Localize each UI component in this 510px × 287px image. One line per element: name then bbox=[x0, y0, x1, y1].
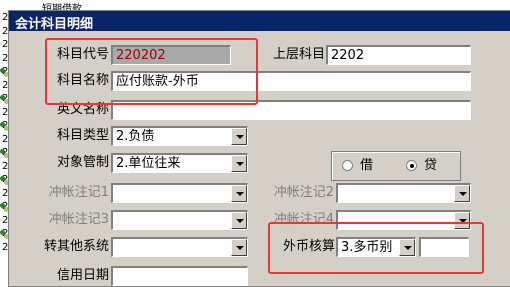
credit-date-field[interactable] bbox=[111, 266, 248, 286]
chevron-down-icon[interactable] bbox=[231, 239, 247, 256]
credit-date-label: 信用日期 bbox=[56, 268, 109, 283]
radio-credit-dot bbox=[406, 160, 417, 171]
radio-debit[interactable]: 借 bbox=[342, 158, 382, 174]
object-control-value: 2.单位往来 bbox=[116, 156, 181, 171]
chevron-down-icon[interactable] bbox=[231, 155, 247, 172]
chevron-down-icon[interactable] bbox=[231, 128, 247, 145]
radio-debit-dot bbox=[342, 160, 353, 171]
direction-group: 借 贷 bbox=[331, 151, 461, 181]
parent-label: 上层科目 bbox=[272, 47, 325, 62]
radio-credit[interactable]: 贷 bbox=[406, 158, 446, 174]
transfer-label: 转其他系统 bbox=[43, 239, 109, 254]
chevron-down-icon[interactable] bbox=[454, 185, 470, 202]
memo2-label: 冲帐注记2 bbox=[273, 185, 334, 200]
parent-field[interactable]: 2202 bbox=[326, 45, 471, 65]
transfer-select[interactable] bbox=[111, 237, 248, 257]
radio-debit-label: 借 bbox=[360, 158, 374, 173]
memo1-select[interactable] bbox=[111, 183, 248, 203]
memo3-select[interactable] bbox=[111, 210, 248, 230]
chevron-down-icon[interactable] bbox=[231, 212, 247, 229]
memo3-label: 冲帐注记3 bbox=[48, 212, 109, 227]
memo2-select[interactable] bbox=[336, 183, 471, 203]
type-label: 科目类型 bbox=[56, 128, 109, 143]
dialog-titlebar: 会计科目明细 bbox=[9, 11, 510, 32]
type-select[interactable]: 2.负债 bbox=[111, 126, 248, 146]
radio-credit-label: 贷 bbox=[424, 158, 438, 173]
highlight-box-code-name bbox=[45, 38, 258, 105]
object-control-select[interactable]: 2.单位往来 bbox=[111, 153, 248, 173]
object-control-label: 对象管制 bbox=[56, 155, 109, 170]
memo1-label: 冲帐注记1 bbox=[48, 185, 109, 200]
chevron-down-icon[interactable] bbox=[231, 185, 247, 202]
type-value: 2.负债 bbox=[116, 129, 155, 144]
dialog-title: 会计科目明细 bbox=[15, 17, 94, 32]
highlight-box-forex bbox=[268, 222, 484, 274]
